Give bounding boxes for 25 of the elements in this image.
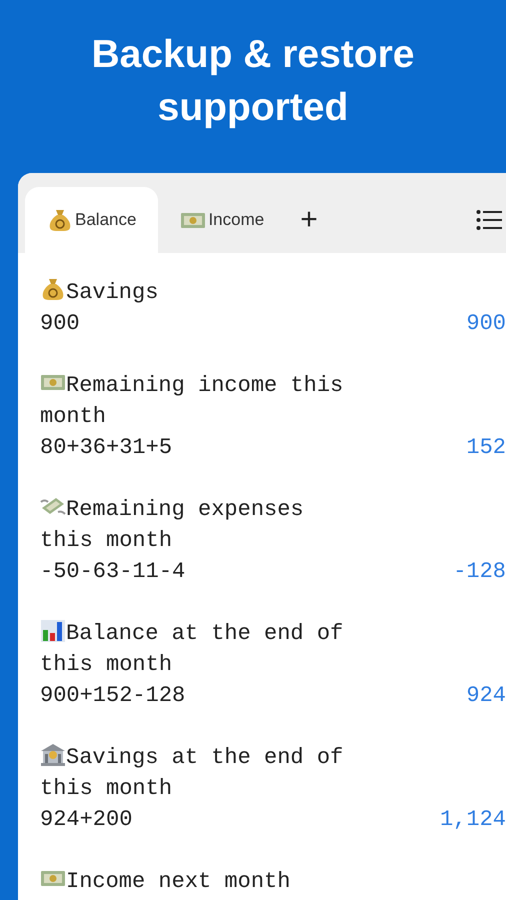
add-tab-button[interactable]: + bbox=[286, 187, 332, 253]
item-title: Income next month bbox=[40, 866, 352, 897]
money-bag-icon bbox=[40, 277, 66, 301]
headline: Backup & restore supported bbox=[90, 32, 416, 131]
money-bag-icon bbox=[47, 208, 73, 232]
item-title: Remaining expenses this month bbox=[40, 494, 352, 556]
result-value: -128 bbox=[453, 558, 506, 586]
formula-text: 900+152-128 bbox=[40, 682, 186, 710]
tab[interactable]: Balance bbox=[25, 187, 158, 253]
formula-text: 80+36+31+5 bbox=[40, 434, 172, 462]
bank-icon bbox=[40, 742, 66, 766]
formula-text: 924+200 bbox=[40, 806, 132, 834]
result-value: 1,124 bbox=[440, 806, 506, 834]
result-value: 900 bbox=[466, 310, 506, 338]
item-title: Balance at the end of this month bbox=[40, 618, 352, 680]
tab[interactable]: Income bbox=[158, 187, 286, 253]
item-title: Remaining income this month bbox=[40, 370, 352, 432]
result-value: 152 bbox=[466, 434, 506, 462]
formula-text: 900 bbox=[40, 310, 80, 338]
item-title: Savings at the end of this month bbox=[40, 742, 352, 804]
result-value: 924 bbox=[466, 682, 506, 710]
formula-text: -50-63-11-4 bbox=[40, 558, 186, 586]
bar-chart-icon bbox=[40, 618, 66, 642]
menu-icon bbox=[476, 209, 502, 231]
item-title: Savings bbox=[40, 277, 352, 308]
